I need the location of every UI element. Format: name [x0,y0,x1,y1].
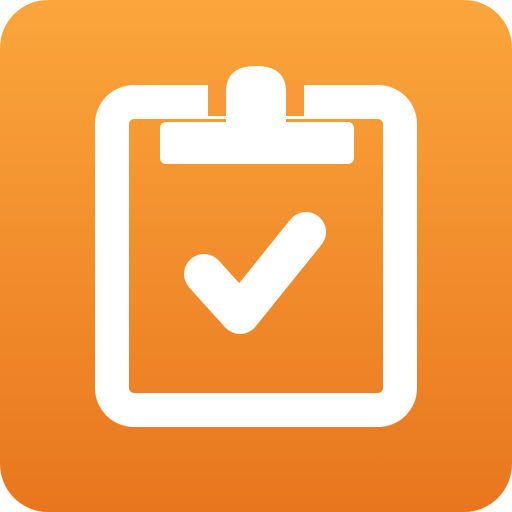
clipboard-check-icon [0,0,512,512]
clip-neck [226,104,286,128]
app-icon[interactable] [0,0,512,512]
clip-bar [160,122,354,164]
